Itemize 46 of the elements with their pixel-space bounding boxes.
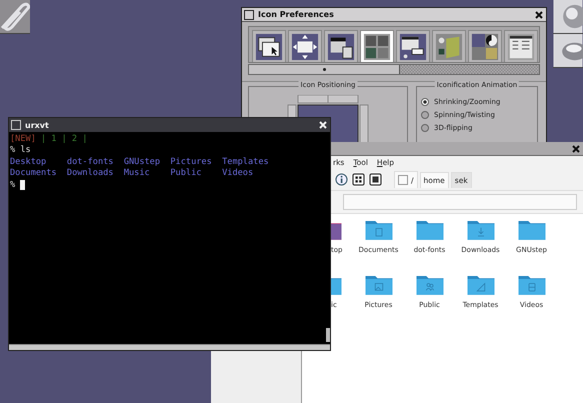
folder-icon[interactable] bbox=[364, 273, 394, 297]
file-name: Desktop bbox=[10, 156, 48, 168]
section-button[interactable] bbox=[252, 30, 286, 62]
file-name: Videos bbox=[222, 168, 254, 180]
folder-icon[interactable] bbox=[516, 218, 546, 242]
paperclip-icon[interactable] bbox=[0, 0, 30, 34]
sphere-icon[interactable] bbox=[553, 0, 583, 34]
section-button[interactable] bbox=[396, 30, 430, 62]
scroll-bar[interactable] bbox=[248, 64, 540, 75]
window-title: Icon Preferences bbox=[258, 10, 335, 19]
file-name: Templates bbox=[222, 156, 270, 168]
close-icon[interactable] bbox=[534, 10, 544, 20]
file-name: Pictures bbox=[170, 156, 213, 168]
prompt: % bbox=[10, 180, 16, 192]
file-name: Music bbox=[124, 168, 151, 180]
section-button[interactable] bbox=[504, 30, 538, 62]
folder-icon[interactable] bbox=[414, 218, 444, 242]
file-name: Downloads bbox=[66, 168, 114, 180]
file-name: GNUstep bbox=[124, 156, 162, 168]
file-name: dot-fonts bbox=[66, 156, 114, 168]
grid-view-icon[interactable] bbox=[352, 172, 365, 186]
section-button[interactable] bbox=[360, 30, 394, 62]
list-view-icon[interactable] bbox=[369, 172, 382, 186]
tab-list[interactable]: | 1 | 2 | bbox=[40, 134, 88, 146]
section-button[interactable] bbox=[288, 30, 322, 62]
section-button[interactable] bbox=[324, 30, 358, 62]
command-line: % ls bbox=[10, 145, 32, 157]
scroll-thumb[interactable] bbox=[326, 328, 330, 342]
folder-icon[interactable] bbox=[466, 218, 496, 242]
close-icon[interactable] bbox=[571, 144, 581, 154]
radio-button[interactable] bbox=[421, 110, 429, 118]
text-cursor bbox=[20, 180, 26, 190]
info-icon[interactable] bbox=[335, 172, 348, 186]
folder-icon[interactable] bbox=[364, 218, 394, 242]
file-name: Public bbox=[170, 168, 202, 180]
disc-icon[interactable] bbox=[553, 34, 583, 68]
window-title: urxvt bbox=[25, 120, 50, 130]
radio-button[interactable] bbox=[421, 124, 429, 132]
window-menu-icon[interactable] bbox=[244, 10, 254, 20]
file-name: Documents bbox=[10, 168, 58, 180]
location-field[interactable] bbox=[343, 194, 577, 210]
folder-icon[interactable] bbox=[516, 273, 546, 297]
folder-icon[interactable] bbox=[414, 273, 444, 297]
radio-button[interactable] bbox=[421, 98, 429, 106]
folder-icon[interactable] bbox=[466, 273, 496, 297]
section-button[interactable] bbox=[468, 30, 502, 62]
